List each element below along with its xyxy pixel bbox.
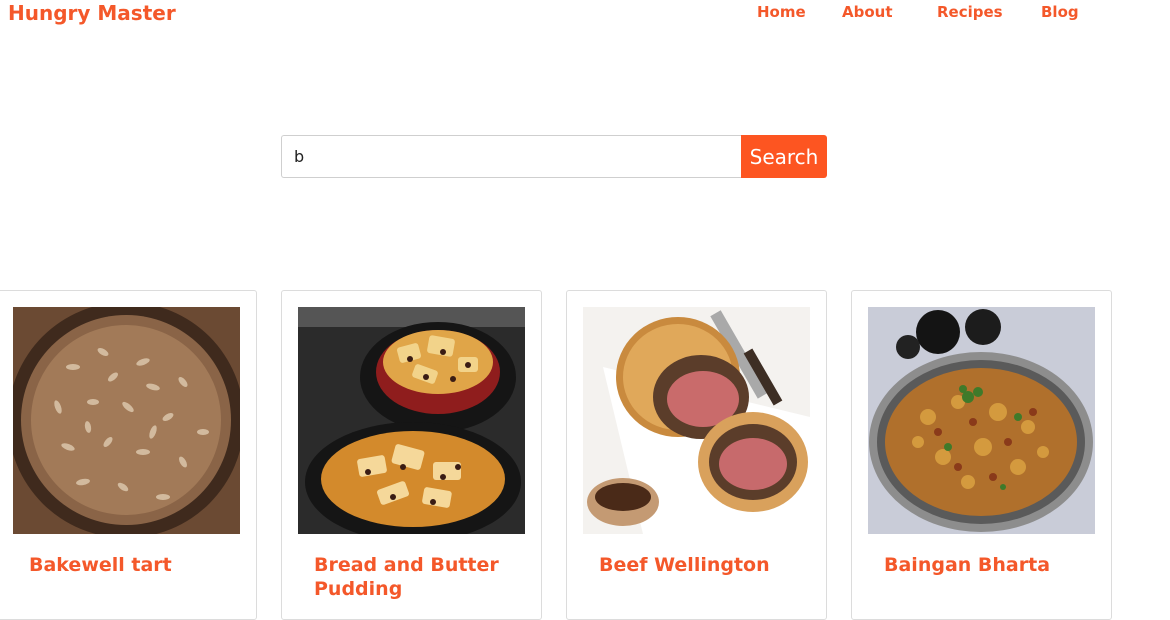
recipe-title[interactable]: Baingan Bharta <box>884 553 1094 577</box>
nav-about-link[interactable]: About <box>842 3 893 21</box>
main-nav: Home About Recipes Blog <box>0 3 1170 23</box>
search-button[interactable]: Search <box>741 135 827 178</box>
recipe-title[interactable]: Bakewell tart <box>29 553 239 577</box>
search-input[interactable] <box>281 135 741 178</box>
recipe-title[interactable]: Beef Wellington <box>599 553 809 577</box>
recipe-card[interactable]: Bakewell tart <box>0 290 257 620</box>
bread-and-butter-pudding-photo[interactable] <box>298 307 525 534</box>
recipe-card[interactable]: Bread and Butter Pudding <box>281 290 542 620</box>
bakewell-tart-photo[interactable] <box>13 307 240 534</box>
search-bar: Search <box>281 135 827 178</box>
recipe-card[interactable]: Baingan Bharta <box>851 290 1112 620</box>
nav-home-link[interactable]: Home <box>757 3 806 21</box>
baingan-bharta-photo[interactable] <box>868 307 1095 534</box>
recipe-title[interactable]: Bread and Butter Pudding <box>314 553 524 601</box>
nav-blog-link[interactable]: Blog <box>1041 3 1079 21</box>
beef-wellington-photo[interactable] <box>583 307 810 534</box>
recipe-card[interactable]: Beef Wellington <box>566 290 827 620</box>
nav-recipes-link[interactable]: Recipes <box>937 3 1003 21</box>
